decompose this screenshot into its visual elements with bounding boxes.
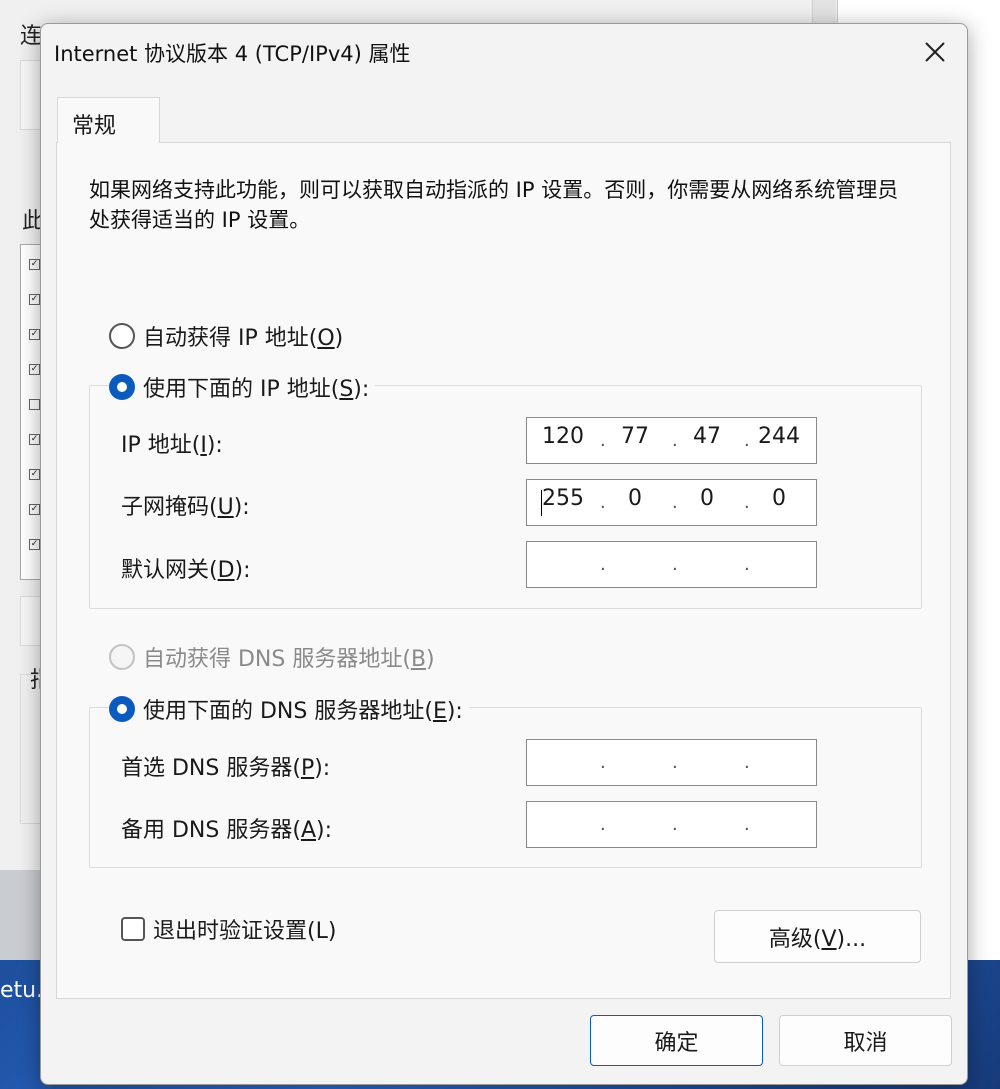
octet-separator: .	[600, 752, 606, 773]
radio-label: 使用下面的 IP 地址(S):	[143, 377, 370, 402]
octet-separator: .	[672, 430, 678, 451]
radio-circle	[109, 696, 135, 722]
radio-label: 使用下面的 DNS 服务器地址(E):	[143, 699, 463, 724]
octet-separator: .	[744, 814, 750, 835]
preferred-dns-label: 首选 DNS 服务器(P):	[121, 756, 331, 781]
radio-circle	[109, 644, 135, 670]
ip-octet: 77	[621, 424, 649, 449]
octet-separator: .	[744, 752, 750, 773]
ip-octet: 0	[628, 486, 642, 511]
background-checkbox: ✓	[29, 469, 40, 480]
description-text: 如果网络支持此功能，则可以获取自动指派的 IP 设置。否则，你需要从网络系统管理…	[89, 178, 899, 232]
checkbox-label: 退出时验证设置(L)	[153, 919, 337, 944]
dialog-title: Internet 协议版本 4 (TCP/IPv4) 属性	[54, 42, 411, 66]
octet-separator: .	[672, 554, 678, 575]
radio-label: 自动获得 IP 地址(O)	[143, 326, 344, 351]
ip-octet: 0	[700, 486, 714, 511]
preferred-dns-input[interactable]: . . .	[526, 739, 817, 786]
radio-circle	[109, 374, 135, 400]
subnet-mask-input[interactable]: 255 . 0 . 0 . 0	[526, 479, 817, 526]
background-checkbox: ✓	[29, 294, 40, 305]
auto-ip-radio[interactable]: 自动获得 IP 地址(O)	[109, 320, 350, 352]
background-checkbox	[29, 399, 40, 410]
radio-label: 自动获得 DNS 服务器地址(B)	[143, 647, 435, 672]
checkbox-box	[121, 917, 145, 941]
background-checkbox: ✓	[29, 364, 40, 375]
ip-address-label: IP 地址(I):	[121, 433, 223, 458]
background-checkbox: ✓	[29, 259, 40, 270]
octet-separator: .	[672, 814, 678, 835]
octet-separator: .	[744, 554, 750, 575]
manual-ip-radio[interactable]: 使用下面的 IP 地址(S):	[109, 371, 376, 403]
tab-general[interactable]: 常规	[57, 97, 160, 143]
validate-on-exit-checkbox[interactable]: 退出时验证设置(L)	[121, 913, 336, 945]
alternate-dns-label: 备用 DNS 服务器(A):	[121, 818, 332, 843]
background-title-fragment: 连	[20, 24, 43, 49]
background-text-fragment: etu.	[0, 978, 44, 1003]
cancel-button[interactable]: 取消	[779, 1015, 952, 1066]
advanced-button-label: 高级(V)...	[768, 926, 867, 952]
subnet-mask-label: 子网掩码(U):	[121, 495, 250, 520]
octet-separator: .	[600, 430, 606, 451]
ip-octet: 120	[542, 424, 584, 449]
octet-separator: .	[600, 554, 606, 575]
ok-button[interactable]: 确定	[590, 1015, 763, 1066]
ip-octet: 47	[693, 424, 721, 449]
background-checkbox: ✓	[29, 434, 40, 445]
general-panel: 如果网络支持此功能，则可以获取自动指派的 IP 设置。否则，你需要从网络系统管理…	[56, 142, 951, 999]
ip-octet: 255	[542, 486, 584, 511]
octet-separator: .	[600, 814, 606, 835]
default-gateway-label: 默认网关(D):	[121, 558, 251, 583]
radio-circle	[109, 323, 135, 349]
ip-octet: 244	[758, 424, 800, 449]
default-gateway-input[interactable]: . . .	[526, 541, 817, 588]
ip-octet: 0	[772, 486, 786, 511]
alternate-dns-input[interactable]: . . .	[526, 801, 817, 848]
octet-separator: .	[744, 430, 750, 451]
close-button[interactable]	[911, 32, 959, 72]
advanced-button[interactable]: 高级(V)...	[714, 910, 921, 963]
octet-separator: .	[744, 492, 750, 513]
ipv4-properties-dialog: Internet 协议版本 4 (TCP/IPv4) 属性 常规 如果网络支持此…	[40, 23, 968, 1085]
octet-separator: .	[672, 492, 678, 513]
octet-separator: .	[672, 752, 678, 773]
background-checkbox: ✓	[29, 329, 40, 340]
title-bar: Internet 协议版本 4 (TCP/IPv4) 属性	[41, 24, 967, 80]
background-checkbox: ✓	[29, 504, 40, 515]
background-checkbox: ✓	[29, 539, 40, 550]
close-icon	[925, 42, 945, 62]
manual-dns-radio[interactable]: 使用下面的 DNS 服务器地址(E):	[109, 693, 469, 725]
ip-address-input[interactable]: 120 . 77 . 47 . 244	[526, 417, 817, 464]
auto-dns-radio: 自动获得 DNS 服务器地址(B)	[109, 641, 441, 673]
octet-separator: .	[600, 492, 606, 513]
